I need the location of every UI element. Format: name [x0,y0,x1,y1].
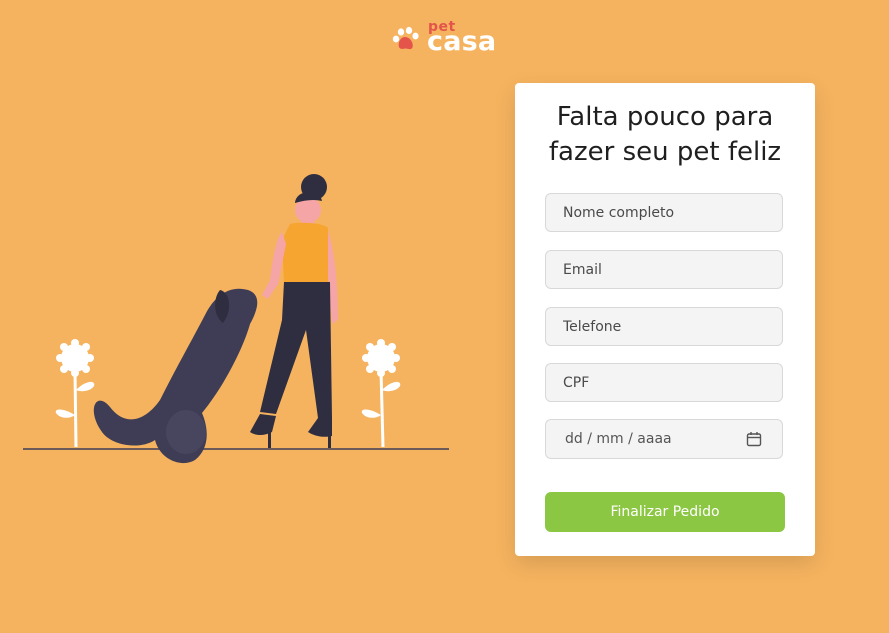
order-form-card: Falta pouco para fazer seu pet feliz dd … [515,83,815,556]
logo-text-casa: casa [427,26,497,57]
phone-input[interactable] [545,307,783,346]
email-input[interactable] [545,250,783,289]
flower-right [361,339,401,448]
woman-figure [250,174,338,448]
form-title: Falta pouco para fazer seu pet feliz [515,100,815,170]
form-title-line2: fazer seu pet feliz [548,137,782,167]
date-placeholder: dd / mm / aaaa [565,431,672,447]
finalize-order-button[interactable]: Finalizar Pedido [545,492,785,532]
cpf-input[interactable] [545,363,783,402]
form-title-line1: Falta pouco para [556,102,774,132]
flower-left [55,339,95,448]
paw-icon [392,26,419,50]
dog-figure [93,288,258,464]
date-input[interactable]: dd / mm / aaaa [545,419,783,459]
woman-with-dog-illustration [23,174,449,464]
brand-logo[interactable]: pet casa [390,19,514,60]
name-input[interactable] [545,193,783,232]
calendar-icon[interactable] [746,431,762,447]
